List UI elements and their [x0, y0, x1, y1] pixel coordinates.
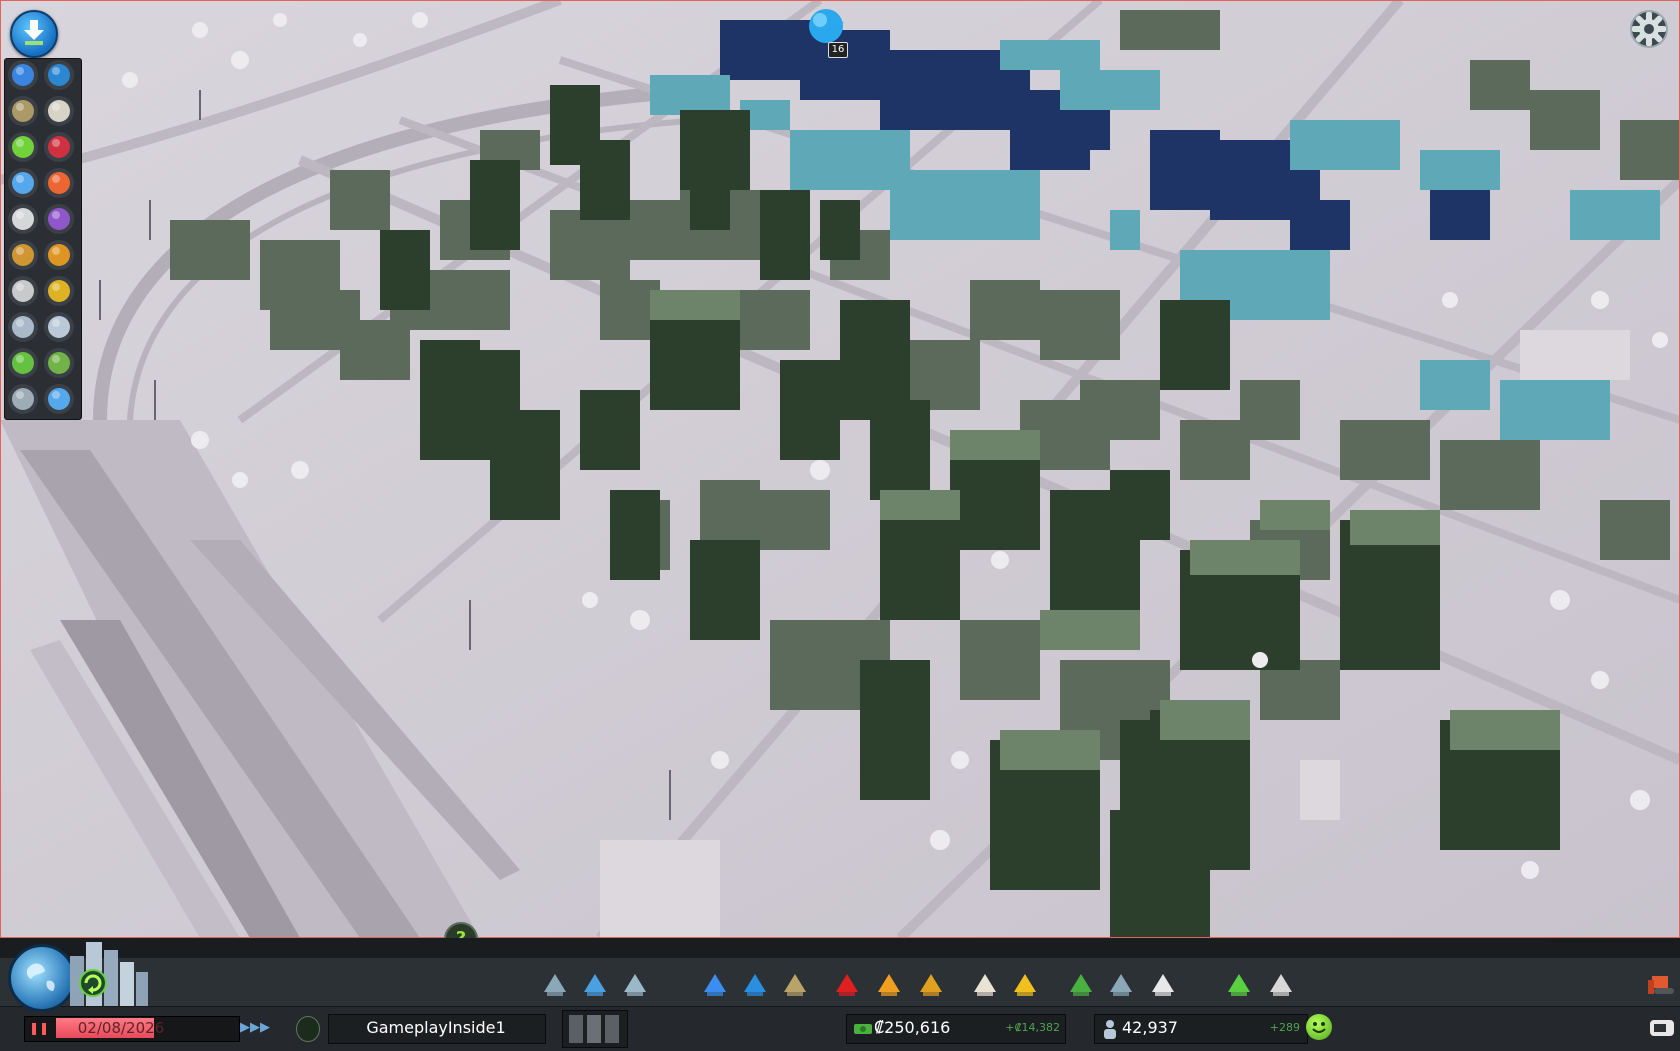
- info-view-resources-leaf-button[interactable]: [44, 348, 74, 378]
- info-view-garbage-button[interactable]: [8, 96, 38, 126]
- info-view-traffic-car-button[interactable]: [8, 204, 38, 234]
- electricity-tool-icon: [704, 974, 726, 996]
- policies-tool-button[interactable]: [1264, 968, 1298, 1002]
- noise-cone-icon: [48, 172, 70, 194]
- water-tool-button[interactable]: [738, 968, 772, 1002]
- traffic-car-icon: [12, 208, 34, 230]
- day-night-cycle-icon[interactable]: [78, 968, 108, 998]
- info-view-pollution-canister-button[interactable]: [44, 204, 74, 234]
- notification-count-badge: 16: [828, 42, 848, 58]
- free-camera-icon[interactable]: [1648, 1016, 1676, 1040]
- info-view-terrain-hills-button[interactable]: [8, 384, 38, 414]
- bulldozer-icon[interactable]: [1646, 970, 1676, 998]
- zoning-button[interactable]: [578, 968, 612, 1002]
- healthcare-tool-icon: [836, 974, 858, 996]
- info-view-land-value-cube-button[interactable]: [44, 312, 74, 342]
- toolbar-top-band: [0, 938, 1680, 958]
- pollution-canister-icon: [48, 208, 70, 230]
- economy-tool-icon: [1228, 974, 1250, 996]
- monuments-tool-button[interactable]: [1104, 968, 1138, 1002]
- population-person-icon: [12, 316, 34, 338]
- speed-button[interactable]: ▶▶▶: [240, 1016, 272, 1040]
- chirper-bars-icon: [569, 1015, 619, 1043]
- districts-button[interactable]: [618, 968, 652, 1002]
- public-transport-tool-button[interactable]: [1008, 968, 1042, 1002]
- info-view-economy-dollar-button[interactable]: [8, 348, 38, 378]
- public-transport-tool-icon: [1014, 974, 1036, 996]
- chirper-feed-panel[interactable]: [562, 1010, 628, 1048]
- beautification-tool-icon: [1070, 974, 1092, 996]
- info-view-noise-cone-button[interactable]: [44, 168, 74, 198]
- info-view-wind-magnet-button[interactable]: [8, 240, 38, 270]
- info-view-education-book-button[interactable]: [44, 96, 74, 126]
- garbage-tool-button[interactable]: [778, 968, 812, 1002]
- happiness-smiley-icon: [12, 136, 34, 158]
- fire-helmet-icon: [48, 244, 70, 266]
- info-view-outside-clock-button[interactable]: [44, 384, 74, 414]
- city-info-icon[interactable]: [296, 1016, 320, 1042]
- info-view-happiness-smiley-button[interactable]: [8, 132, 38, 162]
- land-value-cube-icon: [48, 316, 70, 338]
- economy-dollar-icon: [12, 352, 34, 374]
- roads-button[interactable]: [538, 968, 572, 1002]
- healthcare-tool-button[interactable]: [830, 968, 864, 1002]
- money-icon: [854, 1024, 872, 1034]
- download-arrow-icon: [24, 20, 44, 45]
- education-tool-button[interactable]: [968, 968, 1002, 1002]
- city-scene: [0, 0, 1680, 938]
- happiness-smiley-icon[interactable]: [1306, 1014, 1332, 1040]
- roads-icon: [544, 974, 566, 996]
- districts-icon: [624, 974, 646, 996]
- water-drop-icon: [48, 64, 70, 86]
- policies-tool-icon: [1270, 974, 1292, 996]
- info-view-electricity-button[interactable]: [8, 60, 38, 90]
- police-tool-button[interactable]: [914, 968, 948, 1002]
- economy-tool-button[interactable]: [1222, 968, 1256, 1002]
- city-viewport[interactable]: [0, 0, 1680, 938]
- info-view-level-star-button[interactable]: [8, 168, 38, 198]
- info-view-fire-helmet-button[interactable]: [44, 240, 74, 270]
- population-value: 42,937: [1122, 1018, 1178, 1037]
- population-delta: +289: [1269, 1021, 1300, 1034]
- garbage-icon: [12, 100, 34, 122]
- outside-clock-icon: [48, 388, 70, 410]
- water-tool-icon: [744, 974, 766, 996]
- fire-tool-button[interactable]: [872, 968, 906, 1002]
- education-book-icon: [48, 100, 70, 122]
- info-view-population-person-button[interactable]: [8, 312, 38, 342]
- wonders-tool-icon: [1152, 974, 1174, 996]
- police-tool-icon: [920, 974, 942, 996]
- wonders-tool-button[interactable]: [1146, 968, 1180, 1002]
- education-tool-icon: [974, 974, 996, 996]
- population-person-icon: [1104, 1020, 1116, 1039]
- money-delta: +₡14,382: [1005, 1021, 1060, 1034]
- level-star-icon: [12, 172, 34, 194]
- info-view-transport-bus-button[interactable]: [44, 276, 74, 306]
- info-view-crime-mask-button[interactable]: [8, 276, 38, 306]
- garbage-tool-icon: [784, 974, 806, 996]
- pause-button[interactable]: ❚❚: [26, 1018, 52, 1038]
- milestones-unlock-button[interactable]: [10, 10, 58, 58]
- fire-tool-icon: [878, 974, 900, 996]
- beautification-tool-button[interactable]: [1064, 968, 1098, 1002]
- smile-face: [1312, 1022, 1326, 1033]
- city-name: GameplayInside1: [366, 1018, 506, 1037]
- wind-magnet-icon: [12, 244, 34, 266]
- zoning-icon: [584, 974, 606, 996]
- electricity-icon: [12, 64, 34, 86]
- city-skyline-icon: [70, 942, 148, 1006]
- electricity-tool-button[interactable]: [698, 968, 732, 1002]
- health-heart-icon: [48, 136, 70, 158]
- money-value: ₡250,616: [874, 1018, 951, 1037]
- resources-leaf-icon: [48, 352, 70, 374]
- chirper-bird-icon[interactable]: [806, 6, 846, 46]
- crime-mask-icon: [12, 280, 34, 302]
- game-date: 02/08/2026: [77, 1019, 165, 1037]
- info-view-health-heart-button[interactable]: [44, 132, 74, 162]
- monuments-tool-icon: [1110, 974, 1132, 996]
- terrain-hills-icon: [12, 388, 34, 410]
- transport-bus-icon: [48, 280, 70, 302]
- settings-gear-icon[interactable]: [1628, 8, 1670, 50]
- info-view-water-drop-button[interactable]: [44, 60, 74, 90]
